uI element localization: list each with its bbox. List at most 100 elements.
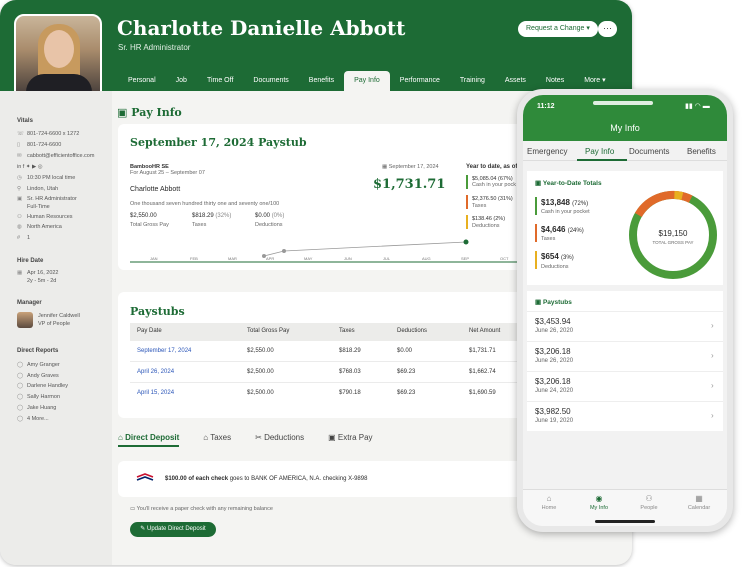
tab-more[interactable]: More ▾ bbox=[574, 71, 615, 91]
col-gross-pay[interactable]: Total Gross Pay bbox=[247, 328, 289, 334]
nav-my-info[interactable]: ◉ My Info bbox=[579, 494, 619, 511]
table-row[interactable]: April 26, 2024 $2,500.00 $768.03 $69.23 … bbox=[130, 362, 530, 383]
employee-number: #1 bbox=[17, 235, 31, 241]
chevron-right-icon: › bbox=[711, 411, 714, 420]
manager-name[interactable]: Jennifer Caldwell bbox=[38, 313, 80, 319]
col-net-amount[interactable]: Net Amount bbox=[469, 328, 500, 334]
mobile-ytd-deductions-bar bbox=[535, 251, 537, 269]
mobile-paystub-item[interactable]: $3,982.50 June 19, 2020 › bbox=[527, 401, 723, 431]
status-icons: ▮▮ ◠ ▬ bbox=[685, 103, 710, 110]
tab-training[interactable]: Training bbox=[450, 71, 495, 91]
deductions-cell: $0.00 bbox=[397, 348, 413, 354]
pay-subtabs: ⌂ Direct Deposit ⌂ Taxes ✂ Deductions ▣ … bbox=[118, 429, 397, 447]
paystub-title: September 17, 2024 Paystub bbox=[130, 136, 307, 149]
status-time: 11:12 bbox=[537, 103, 555, 110]
briefcase-icon: ▣ bbox=[17, 196, 23, 202]
work-phone[interactable]: ☏ 801-724-6600 x 1272 bbox=[17, 131, 79, 137]
report-item[interactable]: ◯ Andy Graves bbox=[17, 373, 59, 379]
update-direct-deposit-button[interactable]: ✎ Update Direct Deposit bbox=[130, 522, 216, 537]
person-icon: ◯ bbox=[17, 383, 24, 389]
tab-direct-deposit[interactable]: ⌂ Direct Deposit bbox=[118, 429, 180, 447]
report-item[interactable]: ◯ Sally Harmon bbox=[17, 394, 60, 400]
mobile-paystub-item[interactable]: $3,206.18 June 24, 2020 › bbox=[527, 371, 723, 401]
tab-deductions[interactable]: ✂ Deductions bbox=[255, 429, 304, 447]
pay-date-link[interactable]: April 15, 2024 bbox=[137, 390, 174, 396]
tab-notes[interactable]: Notes bbox=[536, 71, 574, 91]
pay-date: ▦ September 17, 2024 bbox=[382, 164, 439, 170]
mobile-ytd-deductions-label: Deductions bbox=[541, 264, 569, 270]
bank-icon: ⌂ bbox=[118, 433, 126, 442]
timeline-month: APR bbox=[266, 256, 275, 261]
net-pay-amount: $1,731.71 bbox=[373, 177, 446, 192]
tab-taxes[interactable]: ⌂ Taxes bbox=[203, 429, 231, 447]
pay-date-link[interactable]: September 17, 2024 bbox=[137, 348, 191, 354]
tab-documents[interactable]: Documents bbox=[243, 71, 298, 91]
col-taxes[interactable]: Taxes bbox=[339, 328, 355, 334]
tab-job[interactable]: Job bbox=[166, 71, 197, 91]
social-links[interactable]: in f ✦ ▶ ◎ bbox=[17, 164, 43, 170]
tab-assets[interactable]: Assets bbox=[495, 71, 536, 91]
mobile-icon: ▯ bbox=[17, 142, 21, 148]
timeline-point[interactable] bbox=[282, 249, 286, 253]
mobile-ytd-heading: ▣ Year-to-Date Totals bbox=[535, 180, 602, 187]
tab-pay-info[interactable]: Pay Info bbox=[344, 71, 390, 91]
mobile-paystubs-heading: ▣ Paystubs bbox=[535, 299, 572, 306]
col-deductions[interactable]: Deductions bbox=[397, 328, 427, 334]
mobile-tab-emergency[interactable]: Emergency bbox=[527, 147, 567, 156]
mobile-phone[interactable]: ▯ 801-724-6600 bbox=[17, 142, 61, 148]
donut-total: $19,150 bbox=[658, 229, 688, 238]
money-icon: ▣ bbox=[117, 106, 132, 119]
request-change-button[interactable]: Request a Change ▾ bbox=[518, 21, 598, 37]
email-link[interactable]: ✉ cabbott@efficientoffice.com bbox=[17, 153, 94, 159]
nav-calendar[interactable]: ▦ Calendar bbox=[679, 494, 719, 511]
profile-tabs: Personal Job Time Off Documents Benefits… bbox=[118, 71, 616, 91]
globe-icon: ◍ bbox=[17, 224, 22, 230]
net-cell: $1,731.71 bbox=[469, 348, 496, 354]
timeline-point-selected[interactable] bbox=[463, 239, 469, 245]
report-item[interactable]: ◯ Amy Granger bbox=[17, 362, 60, 368]
home-indicator bbox=[595, 520, 655, 523]
phone-notch bbox=[593, 101, 653, 105]
tab-benefits[interactable]: Benefits bbox=[299, 71, 344, 91]
gross-pay-label: Total Gross Pay bbox=[130, 222, 169, 228]
ytd-deductions-value: $138.46 (2%) bbox=[472, 216, 506, 222]
timeline-month: JAN bbox=[150, 256, 158, 261]
more-reports-link[interactable]: ◯ 4 More... bbox=[17, 416, 49, 422]
tab-performance[interactable]: Performance bbox=[390, 71, 450, 91]
timeline-month: MAY bbox=[304, 256, 313, 261]
mobile-paystub-item[interactable]: $3,206.18 June 26, 2020 › bbox=[527, 341, 723, 371]
pay-info-heading: ▣ Pay Info bbox=[117, 106, 182, 119]
col-pay-date[interactable]: Pay Date bbox=[137, 328, 162, 334]
hash-icon: # bbox=[17, 235, 21, 241]
person-icon: ◯ bbox=[17, 362, 24, 368]
region: ◍ North America bbox=[17, 224, 62, 230]
person-icon: ◯ bbox=[17, 416, 24, 422]
chevron-right-icon: › bbox=[711, 351, 714, 360]
gross-cell: $2,500.00 bbox=[247, 390, 274, 396]
table-row[interactable]: April 15, 2024 $2,500.00 $790.18 $69.23 … bbox=[130, 383, 530, 404]
employee-name: Charlotte Danielle Abbott bbox=[117, 16, 406, 40]
nav-people[interactable]: ⚇ People bbox=[629, 494, 669, 511]
pay-date-link[interactable]: April 26, 2024 bbox=[137, 369, 174, 375]
tab-personal[interactable]: Personal bbox=[118, 71, 166, 91]
mobile-paystub-item[interactable]: $3,453.94 June 26, 2020 › bbox=[527, 311, 723, 341]
report-item[interactable]: ◯ Jake Huang bbox=[17, 405, 56, 411]
local-time: ◷ 10:30 PM local time bbox=[17, 175, 76, 181]
mobile-tab-pay-info[interactable]: Pay Info bbox=[585, 147, 614, 156]
mobile-tab-documents[interactable]: Documents bbox=[629, 147, 669, 156]
tab-time-off[interactable]: Time Off bbox=[197, 71, 243, 91]
mobile-title: My Info bbox=[610, 123, 640, 133]
manager-avatar bbox=[17, 312, 33, 328]
manager-title: VP of People bbox=[38, 321, 71, 327]
taxes-label: Taxes bbox=[192, 222, 207, 228]
more-actions-button[interactable]: ··· bbox=[598, 21, 617, 37]
tab-extra-pay[interactable]: ▣ Extra Pay bbox=[328, 429, 372, 447]
nav-home[interactable]: ⌂ Home bbox=[529, 494, 569, 511]
person-icon: ◉ bbox=[595, 494, 603, 503]
paystub-amount: $3,453.94 bbox=[535, 317, 571, 326]
ytd-taxes-value: $2,376.50 (31%) bbox=[472, 196, 513, 202]
table-row[interactable]: September 17, 2024 $2,550.00 $818.29 $0.… bbox=[130, 341, 530, 362]
phone-icon: ☏ bbox=[17, 131, 24, 137]
report-item[interactable]: ◯ Darlene Handley bbox=[17, 383, 68, 389]
mobile-tab-benefits[interactable]: Benefits bbox=[687, 147, 716, 156]
